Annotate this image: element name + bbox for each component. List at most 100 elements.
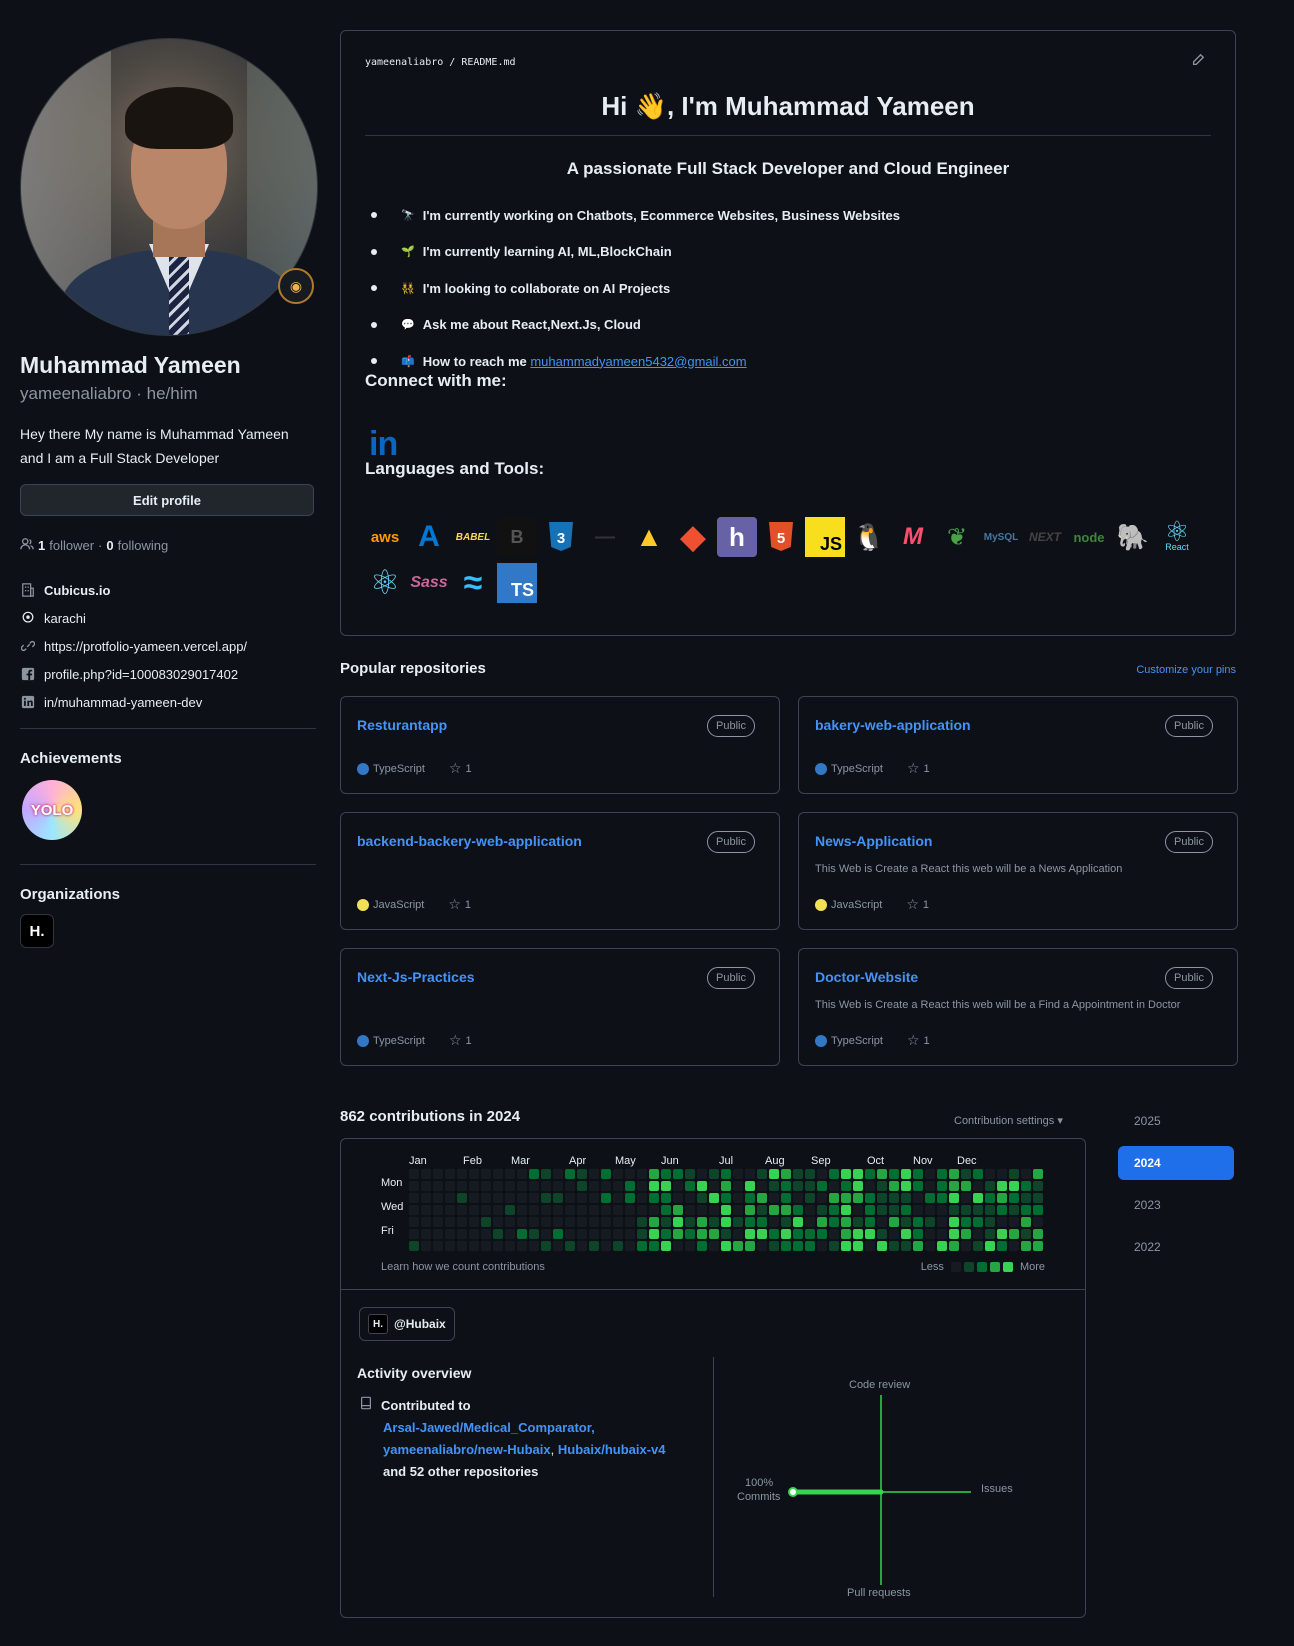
contribution-day-cell[interactable] <box>1021 1169 1031 1179</box>
contribution-day-cell[interactable] <box>853 1169 863 1179</box>
contribution-day-cell[interactable] <box>901 1229 911 1239</box>
contribution-day-cell[interactable] <box>673 1205 683 1215</box>
git-icon[interactable]: ◆ <box>673 517 713 557</box>
contribution-day-cell[interactable] <box>577 1181 587 1191</box>
contribution-day-cell[interactable] <box>1033 1205 1043 1215</box>
contribution-day-cell[interactable] <box>637 1217 647 1227</box>
contribution-day-cell[interactable] <box>925 1229 935 1239</box>
contribution-day-cell[interactable] <box>733 1229 743 1239</box>
heroku-icon[interactable]: h <box>717 517 757 557</box>
contribution-day-cell[interactable] <box>889 1205 899 1215</box>
contribution-day-cell[interactable] <box>745 1181 755 1191</box>
contribution-day-cell[interactable] <box>697 1205 707 1215</box>
contribution-day-cell[interactable] <box>961 1241 971 1251</box>
avatar[interactable] <box>20 38 318 336</box>
followers-label[interactable]: follower <box>49 538 94 553</box>
linux-icon[interactable]: 🐧 <box>849 517 889 557</box>
contribution-day-cell[interactable] <box>613 1229 623 1239</box>
yolo-achievement-badge[interactable]: YOLO <box>22 780 82 840</box>
sass-icon[interactable]: Sass <box>409 563 449 603</box>
contribution-day-cell[interactable] <box>1009 1193 1019 1203</box>
contribution-day-cell[interactable] <box>553 1169 563 1179</box>
contribution-day-cell[interactable] <box>625 1217 635 1227</box>
contribution-day-cell[interactable] <box>721 1193 731 1203</box>
contribution-day-cell[interactable] <box>661 1169 671 1179</box>
typescript-icon[interactable]: TS <box>497 563 537 603</box>
contribution-day-cell[interactable] <box>577 1205 587 1215</box>
contribution-day-cell[interactable] <box>421 1169 431 1179</box>
contribution-day-cell[interactable] <box>553 1217 563 1227</box>
facebook-link[interactable]: profile.php?id=100083029017402 <box>44 667 238 682</box>
contribution-day-cell[interactable] <box>709 1229 719 1239</box>
contribution-day-cell[interactable] <box>901 1241 911 1251</box>
contribution-day-cell[interactable] <box>625 1169 635 1179</box>
contribution-day-cell[interactable] <box>445 1205 455 1215</box>
contribution-day-cell[interactable] <box>541 1217 551 1227</box>
contribution-day-cell[interactable] <box>457 1241 467 1251</box>
contribution-day-cell[interactable] <box>853 1229 863 1239</box>
contribution-day-cell[interactable] <box>505 1229 515 1239</box>
azure-icon[interactable]: A <box>409 517 449 557</box>
contribution-day-cell[interactable] <box>913 1241 923 1251</box>
contribution-day-cell[interactable] <box>649 1193 659 1203</box>
contribution-day-cell[interactable] <box>733 1193 743 1203</box>
contribution-day-cell[interactable] <box>589 1229 599 1239</box>
contribution-day-cell[interactable] <box>781 1193 791 1203</box>
tailwind-icon[interactable]: ≈ <box>453 563 493 603</box>
contribution-day-cell[interactable] <box>877 1241 887 1251</box>
contribution-day-cell[interactable] <box>937 1181 947 1191</box>
contribution-day-cell[interactable] <box>589 1205 599 1215</box>
linkedin-link[interactable]: in/muhammad-yameen-dev <box>44 695 202 710</box>
contribution-day-cell[interactable] <box>541 1229 551 1239</box>
contribution-day-cell[interactable] <box>577 1241 587 1251</box>
repo-stars[interactable]: 1 <box>466 763 472 775</box>
contribution-day-cell[interactable] <box>793 1205 803 1215</box>
organization-avatar[interactable]: H. <box>20 914 54 948</box>
contribution-day-cell[interactable] <box>901 1181 911 1191</box>
contribution-day-cell[interactable] <box>853 1205 863 1215</box>
contribution-day-cell[interactable] <box>757 1229 767 1239</box>
contribution-day-cell[interactable] <box>481 1181 491 1191</box>
firebase-icon[interactable]: ▲ <box>629 517 669 557</box>
contribution-day-cell[interactable] <box>793 1193 803 1203</box>
contribution-day-cell[interactable] <box>649 1229 659 1239</box>
repo-name-link[interactable]: Resturantapp <box>357 717 447 733</box>
contribution-day-cell[interactable] <box>757 1217 767 1227</box>
contribution-day-cell[interactable] <box>877 1217 887 1227</box>
javascript-icon[interactable]: JS <box>805 517 845 557</box>
contribution-day-cell[interactable] <box>469 1229 479 1239</box>
contribution-day-cell[interactable] <box>841 1193 851 1203</box>
contribution-day-cell[interactable] <box>433 1229 443 1239</box>
contribution-day-cell[interactable] <box>1009 1169 1019 1179</box>
contribution-day-cell[interactable] <box>601 1241 611 1251</box>
star-icon[interactable]: ☆ <box>907 1032 920 1049</box>
contribution-day-cell[interactable] <box>973 1193 983 1203</box>
contribution-day-cell[interactable] <box>637 1205 647 1215</box>
nextjs-icon[interactable]: NEXT <box>1025 517 1065 557</box>
contribution-day-cell[interactable] <box>541 1205 551 1215</box>
contribution-day-cell[interactable] <box>445 1181 455 1191</box>
contribution-day-cell[interactable] <box>1033 1169 1043 1179</box>
contribution-day-cell[interactable] <box>433 1181 443 1191</box>
nodejs-icon[interactable]: node <box>1069 517 1109 557</box>
contribution-day-cell[interactable] <box>961 1229 971 1239</box>
contribution-day-cell[interactable] <box>469 1205 479 1215</box>
contribution-day-cell[interactable] <box>829 1181 839 1191</box>
react-icon[interactable]: ⚛ <box>365 563 405 603</box>
contribution-day-cell[interactable] <box>481 1229 491 1239</box>
contribution-day-cell[interactable] <box>673 1241 683 1251</box>
contribution-day-cell[interactable] <box>721 1181 731 1191</box>
contribution-day-cell[interactable] <box>793 1181 803 1191</box>
contribution-day-cell[interactable] <box>1009 1205 1019 1215</box>
contribution-day-cell[interactable] <box>805 1217 815 1227</box>
contribution-day-cell[interactable] <box>817 1181 827 1191</box>
contribution-day-cell[interactable] <box>565 1229 575 1239</box>
contribution-day-cell[interactable] <box>769 1229 779 1239</box>
mongoose-icon[interactable]: M <box>893 517 933 557</box>
contribution-day-cell[interactable] <box>685 1181 695 1191</box>
contribution-day-cell[interactable] <box>505 1241 515 1251</box>
contribution-day-cell[interactable] <box>745 1205 755 1215</box>
org-filter-chip[interactable]: H. @Hubaix <box>359 1307 455 1341</box>
contribution-day-cell[interactable] <box>913 1217 923 1227</box>
contribution-day-cell[interactable] <box>409 1181 419 1191</box>
